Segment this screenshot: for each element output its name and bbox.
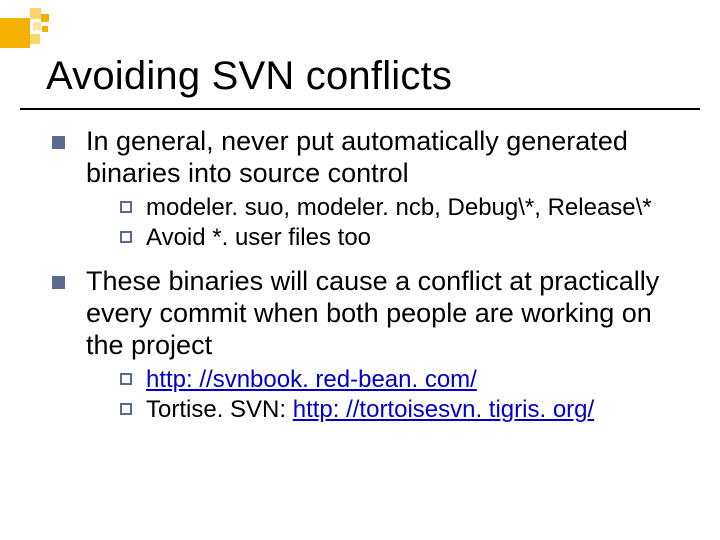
corner-decoration [0,8,56,52]
sub-text: modeler. ncb, Debug\*, Release\* [290,194,652,221]
svnbook-link[interactable]: http: //svnbook. red-bean. com/ [146,366,477,393]
slide: Avoiding SVN conflicts In general, never… [0,0,720,540]
slide-body: In general, never put automatically gene… [52,120,684,439]
bullet-2-sub-1: http: //svnbook. red-bean. com/ [120,366,684,394]
bullet-2-subs: http: //svnbook. red-bean. com/ Tortise.… [52,366,684,425]
bullet-1-sub-2: Avoid *. user files too [120,224,684,252]
sub-text: Tortise. SVN: [146,396,286,423]
slide-title: Avoiding SVN conflicts [46,54,690,99]
bullet-1: In general, never put automatically gene… [52,126,684,190]
sub-text: modeler. suo, [146,194,290,221]
tortoisesvn-link[interactable]: http: //tortoisesvn. tigris. org/ [293,396,594,423]
bullet-1-subs: modeler. suo, modeler. ncb, Debug\*, Rel… [52,194,684,253]
title-rule [20,108,700,110]
sub-text: Avoid [146,224,206,251]
bullet-2: These binaries will cause a conflict at … [52,266,684,362]
sub-text: *. user files too [206,224,371,251]
bullet-2-sub-2: Tortise. SVN: http: //tortoisesvn. tigri… [120,396,684,424]
bullet-1-sub-1: modeler. suo, modeler. ncb, Debug\*, Rel… [120,194,684,222]
